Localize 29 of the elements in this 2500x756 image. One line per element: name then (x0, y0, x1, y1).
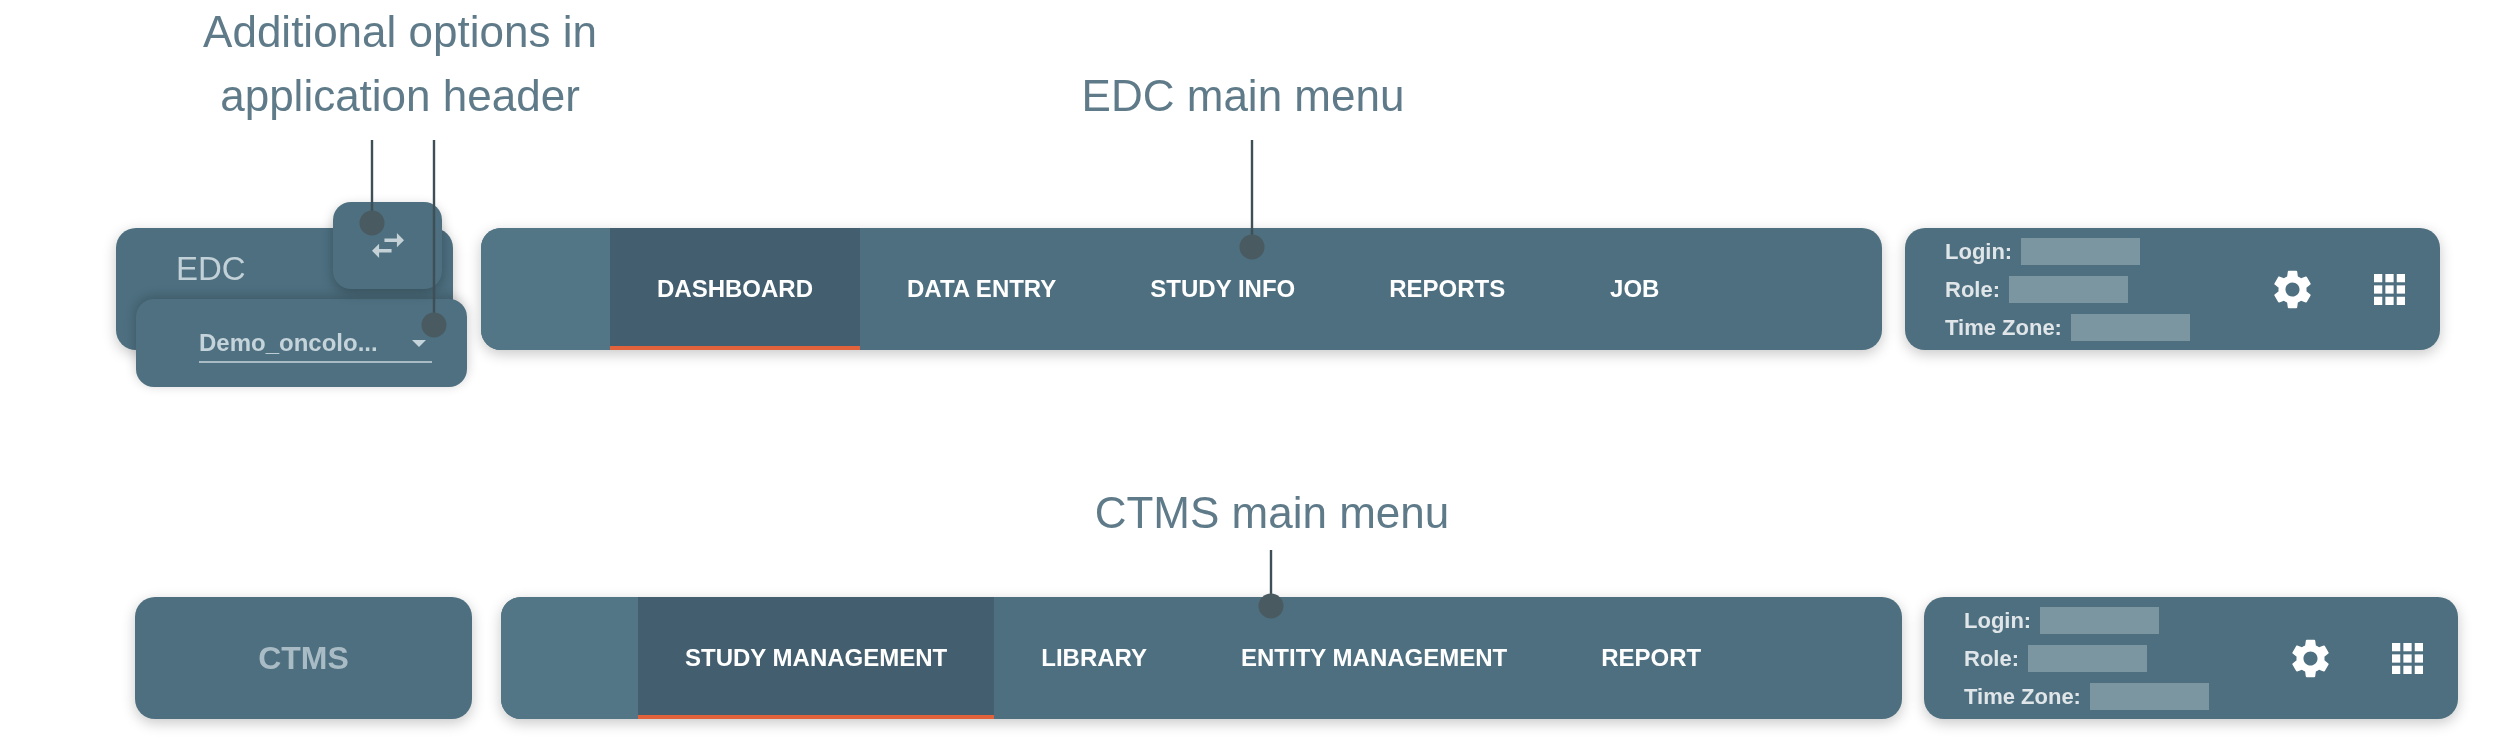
annotation-text: Additional options in application header (202, 6, 598, 122)
user-info-label: Login: (1945, 237, 2013, 266)
menu-tab[interactable]: ENTITY MANAGEMENT (1194, 597, 1555, 719)
user-info-label: Time Zone: (1945, 313, 2062, 342)
settings-icon[interactable] (2292, 638, 2329, 678)
annotation-text: EDC main menu (1080, 70, 1406, 122)
menu-tab[interactable]: JOB (1552, 228, 1718, 350)
user-info-label: Role: (1945, 275, 2000, 304)
swap-arrows-icon (371, 233, 404, 258)
menu-tab[interactable]: REPORTS (1342, 228, 1553, 350)
app-name: CTMS (258, 639, 349, 678)
menu-tab[interactable]: STUDY INFO (1103, 228, 1343, 350)
caret-icon (411, 339, 426, 347)
switch-button[interactable] (333, 202, 442, 289)
menu-tab[interactable]: REPORT (1554, 597, 1749, 719)
menu-tab[interactable]: DATA ENTRY (860, 228, 1104, 350)
user-info-label: Time Zone: (1964, 682, 2081, 711)
menu-tab[interactable]: LIBRARY (994, 597, 1194, 719)
apps-grid-icon[interactable] (2374, 273, 2405, 305)
menu-tab[interactable]: STUDY MANAGEMENT (638, 597, 995, 719)
user-info-label: Role: (1964, 644, 2019, 673)
leader-line (1258, 550, 1284, 619)
annotation-text: CTMS main menu (1093, 487, 1451, 539)
user-info-label: Login: (1964, 606, 2032, 635)
app-name: EDC (176, 249, 246, 289)
settings-icon[interactable] (2274, 269, 2311, 309)
apps-grid-icon[interactable] (2392, 642, 2423, 674)
study-select[interactable]: Demo_oncolo... (199, 328, 432, 363)
menu-tab[interactable]: DASHBOARD (610, 228, 860, 350)
